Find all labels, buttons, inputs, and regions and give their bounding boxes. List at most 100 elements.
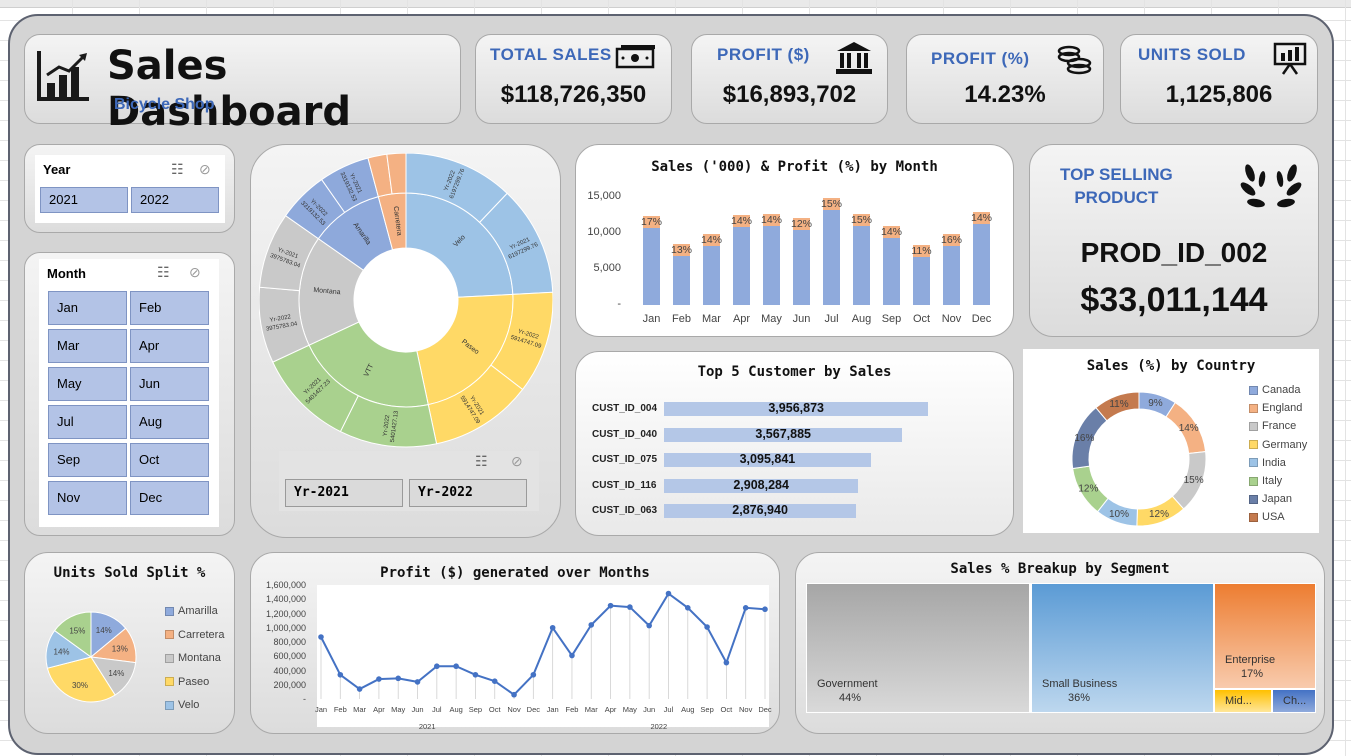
segment-label: Ch... (1283, 695, 1307, 707)
sales-bar (792, 230, 810, 305)
units-sold-card: Units Sold Split % 14% 13% 14% 30% 14% 15% Am… (24, 552, 235, 734)
profit-point (356, 686, 363, 692)
country-card: Sales (%) by Country 9% 14% 15% 12% 10% 12% 16… (1023, 349, 1319, 533)
month-option-may[interactable]: May (48, 367, 127, 401)
bank-icon (836, 42, 872, 74)
profit-point (491, 678, 498, 684)
segment-midmarket: Mid... (1214, 689, 1272, 713)
year-option-2021[interactable]: 2021 (40, 187, 128, 213)
legend-label: Japan (1262, 493, 1292, 506)
country-legend-item: Germany (1249, 439, 1307, 451)
segment-enterprise: Enterprise 17% (1214, 583, 1316, 689)
pie-slice-label: 15% (69, 626, 85, 635)
year-slicer-title: Year (43, 162, 71, 177)
profit-point (646, 622, 652, 629)
legend-swatch (165, 606, 174, 616)
month-option-jan[interactable]: Jan (48, 291, 127, 325)
profit-point (376, 676, 382, 682)
segment-card: Sales % Breakup by Segment Government 44… (795, 552, 1325, 734)
profit-point (588, 622, 595, 628)
profit-pct-label: 12% (790, 218, 812, 231)
customer-value: 2,876,940 (732, 503, 788, 517)
profit-point (627, 604, 633, 610)
pie-slice-label: 14% (1179, 423, 1199, 434)
profit-point (762, 606, 768, 613)
legend-label: Velo (178, 699, 200, 711)
legend-swatch (1249, 440, 1258, 450)
x-year-label: 2021 (418, 722, 436, 731)
page-subtitle: Bicycle Shop (114, 96, 215, 113)
month-slicer: Month ☷ ⊘ Jan Feb Mar Apr May Jun Jul Aug Sep Oct… (39, 259, 219, 527)
segment-pct: 17% (1241, 668, 1264, 680)
clear-filter-icon[interactable]: ⊘ (199, 161, 211, 178)
month-option-aug[interactable]: Aug (130, 405, 209, 439)
segment-label: Government (817, 678, 878, 690)
month-option-apr[interactable]: Apr (130, 329, 209, 363)
pie-slice-label: 12% (1078, 483, 1098, 494)
kpi-total-sales-card: TOTAL SALES $118,726,350 (475, 34, 672, 124)
legend-label: Canada (1262, 384, 1301, 396)
profit-point (511, 691, 517, 698)
top-product-title-line2: PRODUCT (1074, 188, 1159, 207)
yr-2022-option[interactable]: Yr-2022 (409, 479, 527, 507)
multiselect-icon[interactable]: ☷ (157, 264, 170, 281)
clear-filter-icon[interactable]: ⊘ (511, 453, 523, 470)
country-legend-item: France (1249, 420, 1296, 432)
yr-2021-option[interactable]: Yr-2021 (285, 479, 403, 507)
pie-slice-label: 15% (1184, 475, 1204, 486)
month-option-dec[interactable]: Dec (130, 481, 209, 515)
x-tick-label: Jun (792, 313, 811, 325)
kpi-title: PROFIT (%) (931, 49, 1030, 68)
x-tick-label: Mar (702, 313, 721, 325)
month-option-nov[interactable]: Nov (48, 481, 127, 515)
presentation-icon (1273, 42, 1307, 75)
sales-bar (972, 224, 990, 305)
legend-label: Italy (1262, 475, 1283, 487)
year-slicer-card: Year ☷ ⊘ 2021 2022 (24, 144, 235, 233)
month-option-jun[interactable]: Jun (130, 367, 209, 401)
month-option-oct[interactable]: Oct (130, 443, 209, 477)
profit-point (684, 605, 691, 611)
customer-value: 3,095,841 (739, 452, 796, 466)
month-option-feb[interactable]: Feb (130, 291, 209, 325)
kpi-units-sold-card: UNITS SOLD 1,125,806 (1120, 34, 1318, 124)
sales-bar (702, 245, 720, 305)
profit-point (607, 602, 614, 609)
month-option-sep[interactable]: Sep (48, 443, 127, 477)
kpi-value: $16,893,702 (722, 81, 857, 108)
sunburst-chart: VeloYr-20226197299.76Yr-20216197299.76Pa… (259, 153, 553, 448)
profit-point (665, 590, 672, 597)
profit-point (723, 659, 730, 666)
x-tick-label: Nov (941, 313, 962, 325)
month-option-mar[interactable]: Mar (48, 329, 127, 363)
sunburst-card: Velo Yr-2022 6197299.76 Yr-2021 6197299.76 Pa… (250, 144, 561, 538)
y-tick-label: 10,000 (587, 226, 621, 238)
legend-swatch (1249, 421, 1258, 431)
customer-name: CUST_ID_040 (592, 428, 658, 440)
country-title: Sales (%) by Country (1086, 358, 1256, 374)
multiselect-icon[interactable]: ☷ (475, 453, 488, 470)
customer-name: CUST_ID_063 (592, 505, 658, 516)
profit-pct-label: 17% (640, 215, 662, 228)
month-option-jul[interactable]: Jul (48, 405, 127, 439)
year-option-2022[interactable]: 2022 (131, 187, 219, 213)
country-legend-item: India (1249, 457, 1286, 469)
profit-line (320, 592, 766, 697)
units-sold-pie-chart: 14% 13% 14% 30% 14% 15% (45, 611, 137, 703)
clear-filter-icon[interactable]: ⊘ (189, 264, 201, 281)
kpi-title: UNITS SOLD (1138, 45, 1246, 64)
kpi-title: TOTAL SALES (490, 45, 612, 64)
page-title: Sales Dashboard (107, 43, 351, 135)
kpi-value: $118,726,350 (500, 81, 647, 108)
customer-value: 3,567,885 (755, 426, 811, 441)
multiselect-icon[interactable]: ☷ (171, 161, 184, 178)
segment-label: Enterprise (1225, 654, 1276, 666)
top-customers-title: Top 5 Customer by Sales (697, 364, 892, 380)
country-legend-item: Japan (1249, 493, 1292, 505)
legend-label: Germany (1262, 438, 1308, 451)
legend-swatch (1249, 385, 1258, 395)
legend-label: Carretera (178, 628, 225, 641)
legend-swatch (1249, 494, 1258, 504)
units-legend-item: Montana (165, 652, 221, 664)
x-tick-label: Sep (881, 313, 902, 325)
